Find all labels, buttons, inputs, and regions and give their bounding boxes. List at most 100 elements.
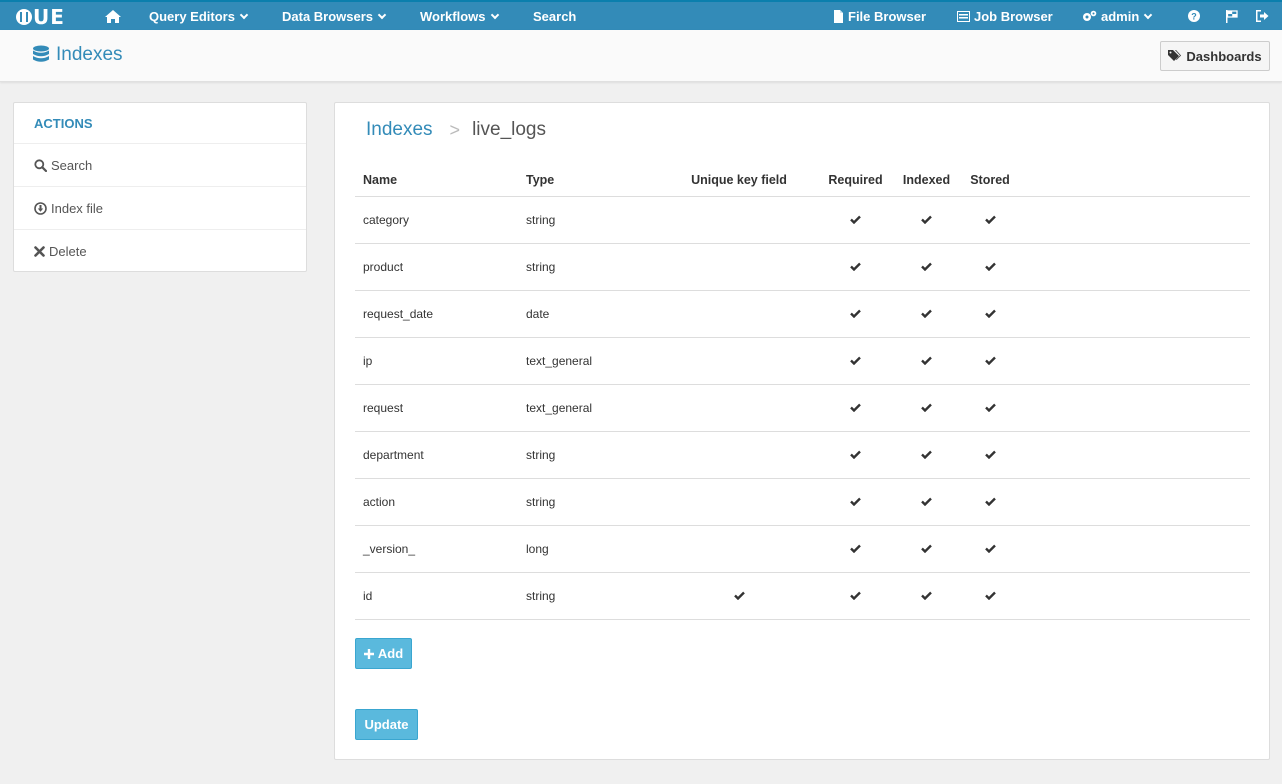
check-icon xyxy=(921,542,932,556)
breadcrumb-indexes-link[interactable]: Indexes xyxy=(366,119,433,141)
cell-indexed xyxy=(891,525,962,573)
cell-name: action xyxy=(355,478,518,526)
nav-workflows[interactable]: Workflows xyxy=(420,2,499,30)
flag-icon[interactable] xyxy=(1225,2,1238,30)
cell-spacer xyxy=(1018,431,1250,479)
cell-required xyxy=(820,525,891,573)
cell-type: long xyxy=(518,525,658,573)
hue-logo[interactable]: UE xyxy=(16,7,65,27)
cell-stored xyxy=(962,431,1018,479)
cell-required xyxy=(820,384,891,432)
column-header-name: Name xyxy=(355,165,518,197)
database-icon xyxy=(33,45,49,62)
download-icon xyxy=(34,201,47,215)
table-row: ip text_general xyxy=(355,337,1250,385)
cell-stored xyxy=(962,478,1018,526)
plus-icon xyxy=(363,648,374,659)
cell-stored xyxy=(962,290,1018,338)
cell-name: request xyxy=(355,384,518,432)
check-icon xyxy=(921,213,932,227)
cell-name: id xyxy=(355,572,518,620)
check-icon xyxy=(850,495,861,509)
nav-query-editors-label: Query Editors xyxy=(149,8,235,24)
nav-user-menu[interactable]: admin xyxy=(1082,2,1153,30)
sidebar-item-label: Index file xyxy=(51,200,104,216)
nav-job-browser[interactable]: Job Browser xyxy=(957,2,1053,30)
svg-text:?: ? xyxy=(1191,12,1197,22)
cell-unique xyxy=(658,431,820,479)
check-icon xyxy=(984,354,996,368)
check-icon xyxy=(984,213,996,227)
table-row: id string xyxy=(355,572,1250,620)
table-row: category string xyxy=(355,196,1250,244)
check-icon xyxy=(850,542,861,556)
sidebar-item-delete[interactable]: Delete xyxy=(14,230,306,273)
help-icon[interactable]: ? xyxy=(1188,2,1200,30)
logo-text: UE xyxy=(33,5,65,29)
cell-stored xyxy=(962,525,1018,573)
nav-user-label: admin xyxy=(1101,8,1140,24)
cell-required xyxy=(820,478,891,526)
cell-indexed xyxy=(891,337,962,385)
check-icon xyxy=(984,495,996,509)
check-icon xyxy=(984,260,996,274)
cell-type: string xyxy=(518,431,658,479)
column-header-stored: Stored xyxy=(962,165,1018,197)
list-icon xyxy=(957,10,970,22)
cell-type: string xyxy=(518,196,658,244)
cell-name: department xyxy=(355,431,518,479)
cell-type: string xyxy=(518,243,658,291)
check-icon xyxy=(984,401,996,415)
cell-unique xyxy=(658,196,820,244)
chevron-down-icon xyxy=(239,10,249,19)
cell-indexed xyxy=(891,478,962,526)
fields-table: Name Type Unique key field Required Inde… xyxy=(355,165,1250,620)
cell-spacer xyxy=(1018,384,1250,432)
table-body: category string product string request_date d… xyxy=(355,196,1250,620)
check-icon xyxy=(921,260,932,274)
close-icon xyxy=(34,246,45,257)
page-title-text: Indexes xyxy=(56,44,123,65)
nav-job-browser-label: Job Browser xyxy=(974,8,1053,24)
nav-query-editors[interactable]: Query Editors xyxy=(149,2,249,30)
check-icon xyxy=(733,589,745,603)
dashboards-button-label: Dashboards xyxy=(1186,48,1262,64)
page-title: Indexes xyxy=(33,44,123,66)
nav-search[interactable]: Search xyxy=(533,2,576,30)
table-row: department string xyxy=(355,431,1250,479)
breadcrumb-current: live_logs xyxy=(472,119,546,140)
add-field-button[interactable]: Add xyxy=(355,638,412,669)
dashboards-button[interactable]: Dashboards xyxy=(1160,41,1270,71)
add-field-button-label: Add xyxy=(377,646,404,661)
main-panel: Indexes > live_logs Name Type Unique key… xyxy=(334,102,1270,760)
nav-data-browsers[interactable]: Data Browsers xyxy=(282,2,387,30)
column-header-indexed: Indexed xyxy=(891,165,962,197)
cell-stored xyxy=(962,572,1018,620)
home-icon[interactable] xyxy=(104,2,122,30)
cell-stored xyxy=(962,384,1018,432)
table-row: _version_ long xyxy=(355,525,1250,573)
nav-workflows-label: Workflows xyxy=(420,8,486,24)
cell-type: string xyxy=(518,478,658,526)
check-icon xyxy=(984,542,996,556)
nav-file-browser[interactable]: File Browser xyxy=(833,2,926,30)
sidebar-item-index-file[interactable]: Index file xyxy=(14,187,306,230)
search-icon xyxy=(34,158,47,172)
cell-type: text_general xyxy=(518,384,658,432)
cell-unique xyxy=(658,290,820,338)
column-header-spacer xyxy=(1018,165,1250,197)
check-icon xyxy=(984,589,996,603)
cell-spacer xyxy=(1018,290,1250,338)
update-button[interactable]: Update xyxy=(355,709,418,740)
top-navbar: UE Query Editors Data Browsers Workflows… xyxy=(0,0,1282,30)
cell-unique xyxy=(658,525,820,573)
sidebar-item-search[interactable]: Search xyxy=(14,144,306,187)
cell-required xyxy=(820,196,891,244)
table-row: request text_general xyxy=(355,384,1250,432)
cell-unique xyxy=(658,337,820,385)
check-icon xyxy=(850,354,861,368)
column-header-unique-key: Unique key field xyxy=(658,165,820,197)
cell-unique xyxy=(658,384,820,432)
cell-name: ip xyxy=(355,337,518,385)
sign-out-icon[interactable] xyxy=(1256,2,1269,30)
